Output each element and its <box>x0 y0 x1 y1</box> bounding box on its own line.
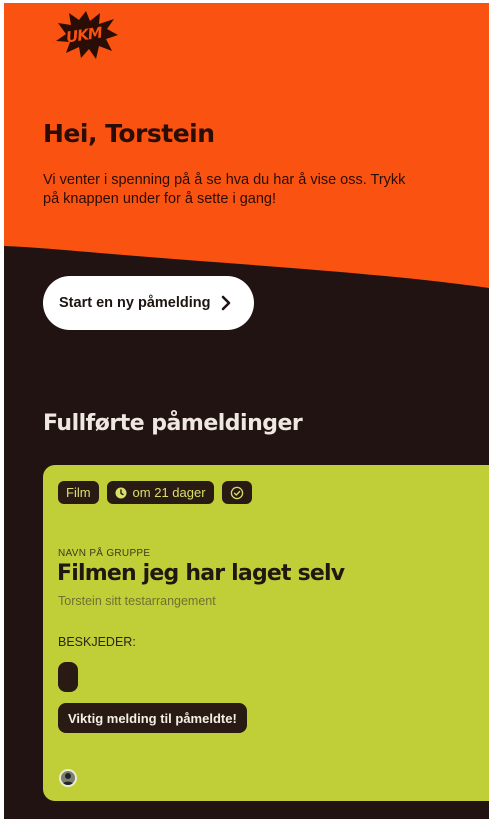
greeting-heading: Hei, Torstein <box>43 119 215 148</box>
registration-card[interactable]: Film om 21 dager NAVN PÅ GRUPPE Filmen j… <box>43 465 489 801</box>
start-new-registration-button[interactable]: Start en ny påmelding <box>43 276 254 330</box>
card-chips: Film om 21 dager <box>58 481 252 504</box>
intro-text: Vi venter i spenning på å se hva du har … <box>43 172 406 207</box>
avatar-silhouette-icon <box>62 773 74 785</box>
category-chip: Film <box>58 481 99 504</box>
completed-section-title: Fullførte påmeldinger <box>43 411 303 436</box>
empty-message-pill[interactable] <box>58 662 78 692</box>
time-chip-label: om 21 dager <box>132 485 206 500</box>
messages-label: BESKJEDER: <box>58 635 136 649</box>
check-circle-icon <box>230 486 243 499</box>
message-pill[interactable]: Viktig melding til påmeldte! <box>58 703 247 733</box>
chevron-right-icon <box>221 295 231 311</box>
card-subtitle: Torstein sitt testarrangement <box>58 594 216 608</box>
clock-icon <box>115 487 127 498</box>
status-chip <box>221 481 252 504</box>
time-chip: om 21 dager <box>106 481 214 504</box>
ukm-logo[interactable]: UKM <box>52 9 120 61</box>
card-title[interactable]: Filmen jeg har laget selv <box>57 561 345 586</box>
start-button-label: Start en ny påmelding <box>59 295 211 311</box>
group-name-label: NAVN PÅ GRUPPE <box>58 548 151 559</box>
message-pill-text: Viktig melding til påmeldte! <box>68 710 237 726</box>
app-frame: UKM Hei, Torstein Vi venter i spenning p… <box>4 3 489 819</box>
user-avatar-icon[interactable] <box>59 769 77 787</box>
category-chip-label: Film <box>66 485 91 500</box>
